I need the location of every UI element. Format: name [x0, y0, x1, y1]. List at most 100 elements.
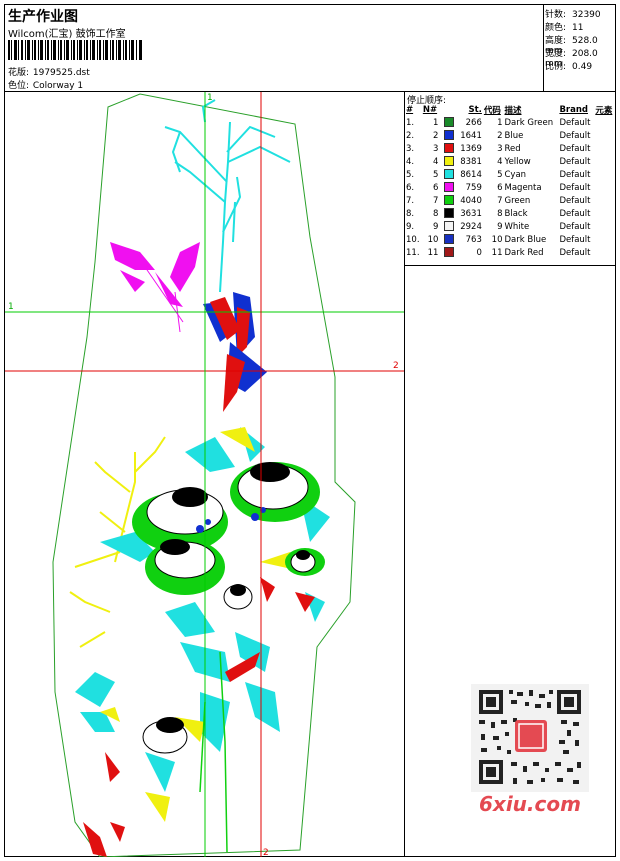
- qr-code-icon: [471, 684, 589, 792]
- table-row: 2. 2 1641 2 Blue Default: [405, 129, 615, 142]
- col-description: 描述: [504, 105, 522, 116]
- row-element: [594, 168, 615, 181]
- row-code: 1: [497, 117, 503, 128]
- row-description: Dark Green: [504, 117, 554, 128]
- row-index: 3.: [406, 143, 415, 154]
- row-description: Magenta: [504, 182, 542, 193]
- row-description: White: [504, 221, 530, 232]
- row-index: 6.: [406, 182, 415, 193]
- table-row: 3. 3 1369 3 Red Default: [405, 142, 615, 155]
- table-divider: [405, 265, 615, 266]
- row-description: Red: [504, 143, 521, 154]
- col-element: 元素: [595, 105, 613, 116]
- row-index: 2.: [406, 130, 415, 141]
- stitch-count: 8381: [460, 156, 482, 167]
- col-needle: N#: [422, 104, 438, 115]
- row-element: [594, 142, 615, 155]
- table-row: 9. 9 2924 9 White Default: [405, 220, 615, 233]
- worksheet-header: 生产作业图 Wilcom(汇宝) 鼓饰工作室 花版: 1979525.dst 色…: [5, 5, 615, 92]
- row-index: 5.: [406, 169, 415, 180]
- row-code: 6: [497, 182, 503, 193]
- row-stitches: 3631: [439, 207, 482, 220]
- row-description: Cyan: [504, 169, 527, 180]
- design-stats: 针数: 32390 颜色: 11 高度: 528.0 mm 宽度: 208.0 mm 比…: [544, 5, 615, 91]
- colorway-label: 色位:: [8, 81, 30, 91]
- row-needle: 4: [433, 156, 439, 167]
- row-needle: 1: [433, 117, 439, 128]
- row-needle: 3: [433, 143, 439, 154]
- row-element: [594, 116, 615, 129]
- row-brand: Default: [559, 156, 591, 167]
- row-element: [594, 129, 615, 142]
- row-stitches: 4040: [439, 194, 482, 207]
- row-code: 7: [497, 195, 503, 206]
- row-needle: 11: [427, 247, 439, 258]
- watermark-text: 6xiu.com: [479, 792, 581, 816]
- row-stitches: 1369: [439, 142, 482, 155]
- row-description: Black: [504, 208, 528, 219]
- row-description: Blue: [504, 130, 524, 141]
- table-row: 11. 11 0 11 Dark Red Default: [405, 246, 615, 259]
- row-element: [594, 181, 615, 194]
- color-swatch: [443, 234, 454, 245]
- row-element: [594, 246, 615, 259]
- table-row: 8. 8 3631 8 Black Default: [405, 207, 615, 220]
- row-index: 1.: [406, 117, 415, 128]
- row-needle: 10: [427, 234, 439, 245]
- row-brand: Default: [559, 130, 591, 141]
- row-needle: 6: [433, 182, 439, 193]
- row-brand: Default: [559, 195, 591, 206]
- row-code: 9: [497, 221, 503, 232]
- row-stitches: 763: [439, 233, 482, 246]
- row-index: 10.: [406, 234, 420, 245]
- red-blue-bird: [203, 292, 267, 412]
- worksheet-frame: 生产作业图 Wilcom(汇宝) 鼓饰工作室 花版: 1979525.dst 色…: [4, 4, 616, 857]
- row-index: 11.: [406, 247, 420, 258]
- row-needle: 2: [433, 130, 439, 141]
- color-swatch: [443, 130, 454, 141]
- row-stitches: 8614: [439, 168, 482, 181]
- row-code: 4: [497, 156, 503, 167]
- color-swatch: [443, 247, 454, 258]
- stat-colors-value: 11: [572, 23, 584, 33]
- table-row: 7. 7 4040 7 Green Default: [405, 194, 615, 207]
- row-needle: 5: [433, 169, 439, 180]
- row-code: 11: [491, 247, 503, 258]
- stitch-count: 759: [465, 182, 482, 193]
- stat-scale: 比例: 0.49: [545, 59, 592, 72]
- row-code: 8: [497, 208, 503, 219]
- row-description: Green: [504, 195, 531, 206]
- embroidery-design-view: 1 2 1 2: [5, 92, 405, 857]
- col-stitches: St.: [468, 104, 482, 115]
- stitch-count: 2924: [460, 221, 482, 232]
- row-code: 2: [497, 130, 503, 141]
- stitch-count: 0: [476, 247, 482, 258]
- header-info: 生产作业图 Wilcom(汇宝) 鼓饰工作室 花版: 1979525.dst 色…: [5, 5, 544, 91]
- guide-label-v1: 1: [207, 93, 213, 103]
- row-stitches: 266: [439, 116, 482, 129]
- magenta-flower: [110, 242, 200, 307]
- table-row: 4. 4 8381 4 Yellow Default: [405, 155, 615, 168]
- row-element: [594, 155, 615, 168]
- row-brand: Default: [559, 182, 591, 193]
- color-swatch: [443, 208, 454, 219]
- colorway-value: Colorway 1: [32, 81, 84, 91]
- stat-width-label: 宽度:: [545, 49, 567, 59]
- stitch-count: 763: [465, 234, 482, 245]
- row-code: 10: [491, 234, 503, 245]
- color-swatch: [443, 143, 454, 154]
- company-name: Wilcom(汇宝) 鼓饰工作室: [8, 29, 126, 40]
- row-needle: 7: [433, 195, 439, 206]
- stat-stitches-label: 针数:: [545, 10, 567, 20]
- row-code: 3: [497, 143, 503, 154]
- row-stitches: 2924: [439, 220, 482, 233]
- row-brand: Default: [559, 221, 591, 232]
- stat-scale-value: 0.49: [572, 62, 593, 72]
- guide-label-h2: 2: [393, 361, 399, 371]
- row-index: 8.: [406, 208, 415, 219]
- row-brand: Default: [559, 143, 591, 154]
- stitch-count: 3631: [460, 208, 482, 219]
- guide-label-v2: 2: [263, 848, 269, 857]
- row-element: [594, 233, 615, 246]
- stitch-count: 1641: [460, 130, 482, 141]
